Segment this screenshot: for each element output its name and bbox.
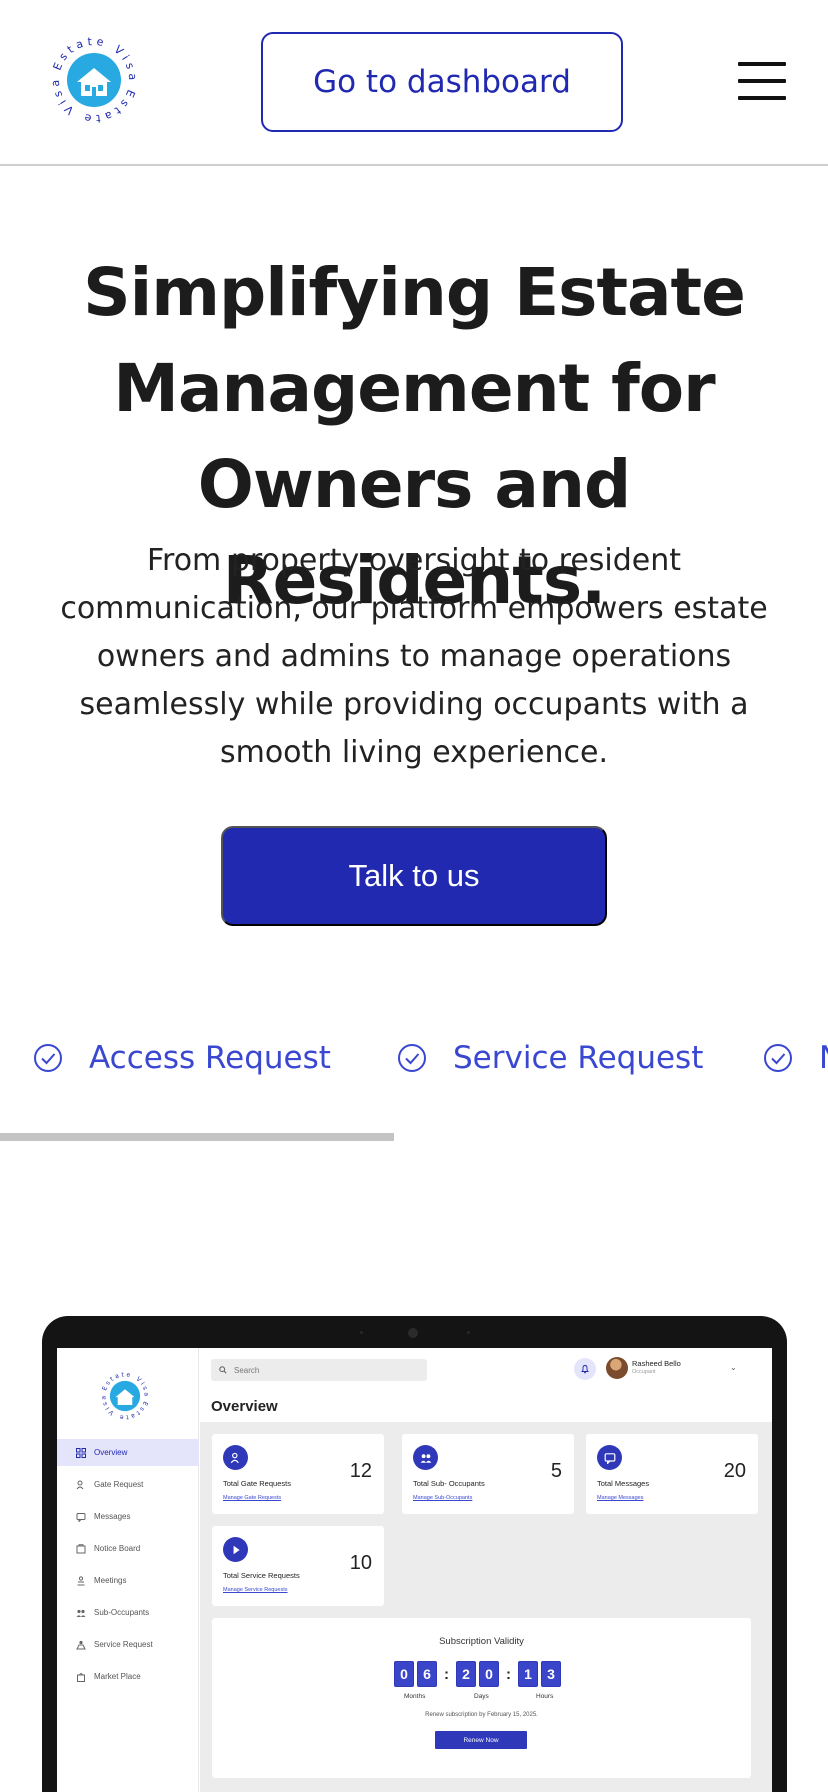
check-circle-icon <box>764 1044 792 1072</box>
feature-ticker: Access Request Service Request N <box>0 1030 828 1086</box>
laptop-mockup: Estate Visa Estate Visa Overview Gate Re… <box>42 1316 787 1792</box>
stat-label: Total Gate Requests <box>223 1479 291 1488</box>
feature-item: Service Request <box>397 1030 703 1086</box>
avatar[interactable] <box>606 1357 628 1379</box>
stat-label: Total Service Requests <box>223 1571 300 1580</box>
feature-item: Access Request <box>33 1030 331 1086</box>
sidebar-item-messages[interactable]: Messages <box>57 1503 199 1530</box>
estate-visa-logo[interactable]: Estate Visa Estate Visa <box>44 30 144 130</box>
feature-item: N <box>763 1030 828 1086</box>
hero-title-line: Management for <box>113 350 715 427</box>
search-icon <box>219 1366 227 1374</box>
sidebar-item-label: Overview <box>94 1448 128 1457</box>
check-circle-icon <box>398 1044 426 1072</box>
user-name: Rasheed Bello <box>632 1359 681 1368</box>
mockup-topbar: Search Rasheed Bello Occupant ⌄ <box>200 1348 772 1390</box>
user-role: Occupant <box>632 1369 656 1375</box>
person-gate-icon <box>76 1480 84 1489</box>
site-header: Estate Visa Estate Visa Go to dashboard <box>0 0 828 166</box>
stat-value: 20 <box>723 1460 746 1482</box>
camera-sensor <box>360 1331 363 1334</box>
sidebar-item-overview[interactable]: Overview <box>57 1439 199 1466</box>
countdown-label-months: Months <box>404 1693 426 1700</box>
laptop-camera <box>408 1328 418 1338</box>
page-title: Overview <box>211 1398 278 1415</box>
feature-label: Access Request <box>89 1040 331 1076</box>
subscription-validity-card: Subscription Validity 0 6 : 2 0 : 1 3 Mo… <box>212 1618 751 1778</box>
search-placeholder: Search <box>234 1365 260 1375</box>
message-icon <box>76 1512 86 1522</box>
bag-icon <box>77 1672 85 1682</box>
subscription-title: Subscription Validity <box>439 1636 524 1647</box>
group-icon <box>76 1609 86 1617</box>
manage-service-requests-link[interactable]: Manage Service Requests <box>223 1587 288 1593</box>
stat-label: Total Messages <box>597 1479 650 1488</box>
stat-value: 10 <box>349 1552 372 1574</box>
feature-scroll-progress <box>0 1133 828 1141</box>
group-icon <box>413 1445 438 1470</box>
sidebar-item-service-request[interactable]: Service Request <box>57 1631 199 1658</box>
sidebar-item-meetings[interactable]: Meetings <box>57 1567 199 1594</box>
countdown-label-days: Days <box>474 1693 489 1700</box>
bell-icon[interactable] <box>574 1358 596 1380</box>
renew-deadline-text: Renew subscription by February 15, 2025. <box>425 1712 538 1718</box>
stat-value: 5 <box>550 1460 562 1482</box>
countdown-digit: 0 <box>479 1661 499 1687</box>
go-to-dashboard-button[interactable]: Go to dashboard <box>261 32 623 132</box>
hamburger-menu-icon[interactable] <box>738 62 786 100</box>
sidebar-item-gate-request[interactable]: Gate Request <box>57 1471 199 1498</box>
countdown-digit: 0 <box>394 1661 414 1687</box>
dashboard-screenshot: Estate Visa Estate Visa Overview Gate Re… <box>57 1348 772 1792</box>
countdown-separator: : <box>506 1665 511 1683</box>
countdown-digit: 2 <box>456 1661 476 1687</box>
sidebar-item-label: Meetings <box>94 1576 127 1585</box>
service-icon <box>223 1537 248 1562</box>
camera-sensor <box>467 1331 470 1334</box>
gate-icon <box>223 1445 248 1470</box>
sidebar-item-label: Sub-Occupants <box>94 1608 150 1617</box>
mockup-content: Total Gate Requests Manage Gate Requests… <box>200 1422 772 1792</box>
stat-label: Total Sub- Occupants <box>413 1479 485 1488</box>
countdown-digit: 1 <box>518 1661 538 1687</box>
countdown-digit: 3 <box>541 1661 561 1687</box>
chevron-down-icon[interactable]: ⌄ <box>730 1363 737 1372</box>
stat-card-messages[interactable]: Total Messages Manage Messages 20 <box>586 1434 758 1514</box>
countdown-label-hours: Hours <box>536 1693 554 1700</box>
countdown-digit: 6 <box>417 1661 437 1687</box>
stat-value: 12 <box>349 1460 372 1482</box>
stat-card-sub-occupants[interactable]: Total Sub- Occupants Manage Sub-Occupant… <box>402 1434 574 1514</box>
manage-gate-requests-link[interactable]: Manage Gate Requests <box>223 1495 281 1501</box>
mockup-sidebar: Estate Visa Estate Visa Overview Gate Re… <box>57 1348 199 1792</box>
mockup-logo: Estate Visa Estate Visa <box>100 1371 147 1420</box>
sidebar-item-label: Gate Request <box>94 1480 144 1489</box>
sidebar-item-notice-board[interactable]: Notice Board <box>57 1535 199 1562</box>
meetings-icon <box>77 1575 85 1585</box>
renew-now-button[interactable]: Renew Now <box>435 1731 527 1749</box>
notice-board-icon <box>76 1543 86 1553</box>
hero-subtitle: From property oversight to resident comm… <box>60 543 768 770</box>
sidebar-item-label: Notice Board <box>94 1544 141 1553</box>
sidebar-item-label: Messages <box>94 1512 131 1521</box>
feature-label: N <box>819 1040 828 1076</box>
sidebar-item-sub-occupants[interactable]: Sub-Occupants <box>57 1599 199 1626</box>
service-icon <box>76 1640 86 1649</box>
grid-icon <box>76 1447 86 1458</box>
sidebar-item-label: Market Place <box>94 1672 141 1681</box>
sidebar-item-label: Service Request <box>94 1640 153 1649</box>
mockup-search-input[interactable]: Search <box>211 1359 427 1381</box>
hero-title-line: Simplifying Estate <box>83 254 746 331</box>
sidebar-item-market-place[interactable]: Market Place <box>57 1663 199 1690</box>
talk-to-us-button[interactable]: Talk to us <box>221 826 607 926</box>
stat-card-service-requests[interactable]: Total Service Requests Manage Service Re… <box>212 1526 384 1606</box>
subscription-countdown: 0 6 : 2 0 : 1 3 <box>394 1660 564 1688</box>
feature-scroll-progress-fill <box>0 1133 395 1141</box>
feature-label: Service Request <box>453 1040 704 1076</box>
countdown-separator: : <box>444 1665 449 1683</box>
check-circle-icon <box>34 1044 62 1072</box>
manage-messages-link[interactable]: Manage Messages <box>597 1495 643 1501</box>
stat-card-gate-requests[interactable]: Total Gate Requests Manage Gate Requests… <box>212 1434 384 1514</box>
manage-sub-occupants-link[interactable]: Manage Sub-Occupants <box>413 1495 472 1501</box>
message-icon <box>597 1445 622 1470</box>
